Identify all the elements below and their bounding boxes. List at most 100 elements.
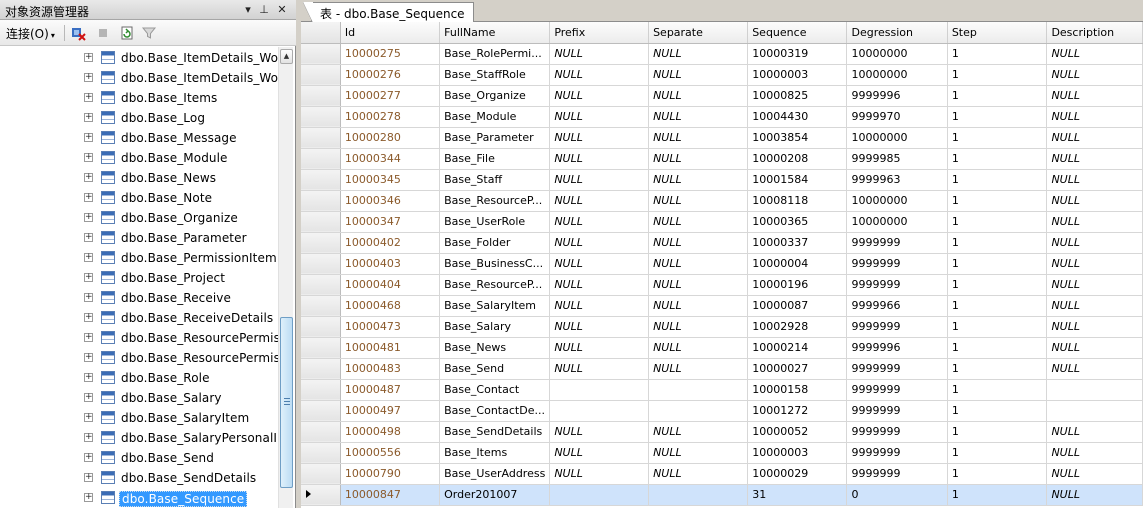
table-cell[interactable]: NULL (648, 442, 749, 464)
table-cell[interactable]: NULL (648, 148, 749, 170)
table-cell[interactable]: NULL (549, 85, 650, 107)
table-row[interactable]: 10000277 Base_Organize NULL NULL 10000825 999… (301, 85, 1143, 107)
table-cell[interactable]: NULL (648, 295, 749, 317)
table-cell[interactable]: 10000468 (340, 295, 441, 317)
expand-plus-icon[interactable]: + (84, 293, 93, 302)
table-cell[interactable]: 10000346 (340, 190, 441, 212)
row-selector[interactable] (301, 379, 341, 401)
table-row[interactable]: 10000487 Base_Contact 10000158 9999999 1 (301, 379, 1143, 401)
table-cell[interactable]: NULL (549, 421, 650, 443)
table-cell[interactable] (648, 400, 749, 422)
tree-item-table[interactable]: + dbo.Base_Note (0, 188, 278, 208)
table-cell[interactable]: Base_BusinessC... (439, 253, 551, 275)
row-selector[interactable] (301, 316, 341, 338)
column-header[interactable]: Degression (846, 22, 948, 44)
table-row[interactable]: 10000347 Base_UserRole NULL NULL 10000365 100… (301, 211, 1143, 233)
table-cell[interactable]: 10000004 (747, 253, 848, 275)
expand-plus-icon[interactable]: + (84, 453, 93, 462)
row-selector[interactable] (301, 442, 341, 464)
table-cell[interactable]: 10000276 (340, 64, 441, 86)
table-cell[interactable]: 9999999 (846, 421, 948, 443)
table-cell[interactable]: Base_Staff (439, 169, 551, 191)
table-cell[interactable]: NULL (648, 232, 749, 254)
refresh-icon[interactable] (119, 25, 135, 41)
table-cell[interactable]: Base_Folder (439, 232, 551, 254)
table-cell[interactable]: NULL (1046, 64, 1143, 86)
tree-item-table[interactable]: + dbo.Base_Project (0, 268, 278, 288)
table-cell[interactable]: NULL (648, 316, 749, 338)
row-selector[interactable] (301, 43, 341, 65)
table-cell[interactable]: Base_Items (439, 442, 551, 464)
table-cell[interactable]: NULL (648, 169, 749, 191)
tree-item-table[interactable]: + dbo.Base_Receive (0, 288, 278, 308)
tree-item-table[interactable]: + dbo.Base_News (0, 168, 278, 188)
table-cell[interactable]: 10000000 (846, 211, 948, 233)
table-cell[interactable]: NULL (1046, 85, 1143, 107)
expand-plus-icon[interactable]: + (84, 93, 93, 102)
table-cell[interactable]: NULL (648, 64, 749, 86)
tree-item-table[interactable]: + dbo.Base_ResourcePermiss (0, 348, 278, 368)
table-cell[interactable]: NULL (648, 253, 749, 275)
table-cell[interactable]: NULL (549, 442, 650, 464)
table-cell[interactable]: 9999999 (846, 274, 948, 296)
table-cell[interactable]: Base_ResourceP... (439, 190, 551, 212)
expand-plus-icon[interactable]: + (84, 173, 93, 182)
table-cell[interactable]: NULL (648, 421, 749, 443)
table-cell[interactable]: NULL (1046, 274, 1143, 296)
table-cell[interactable]: NULL (1046, 43, 1143, 65)
table-cell[interactable]: 1 (947, 85, 1048, 107)
table-cell[interactable]: 10000275 (340, 43, 441, 65)
expand-plus-icon[interactable]: + (84, 433, 93, 442)
table-cell[interactable] (549, 484, 650, 506)
table-cell[interactable] (549, 379, 650, 401)
table-cell[interactable]: NULL (1046, 421, 1143, 443)
tree-item-table[interactable]: + dbo.Base_Organize (0, 208, 278, 228)
table-row[interactable]: 10000556 Base_Items NULL NULL 10000003 999999… (301, 442, 1143, 464)
table-cell[interactable]: 10000365 (747, 211, 848, 233)
row-selector-header[interactable] (301, 22, 341, 44)
table-cell[interactable]: 1 (947, 253, 1048, 275)
table-cell[interactable]: 9999999 (846, 442, 948, 464)
table-cell[interactable]: 10000319 (747, 43, 848, 65)
table-cell[interactable]: Base_StaffRole (439, 64, 551, 86)
table-cell[interactable]: 9999999 (846, 232, 948, 254)
row-selector[interactable] (301, 484, 341, 506)
column-header[interactable]: Separate (648, 22, 749, 44)
table-cell[interactable]: Base_ResourceP... (439, 274, 551, 296)
table-cell[interactable]: 10000404 (340, 274, 441, 296)
table-cell[interactable]: NULL (648, 106, 749, 128)
row-selector[interactable] (301, 400, 341, 422)
table-cell[interactable]: 10000347 (340, 211, 441, 233)
table-cell[interactable]: NULL (1046, 253, 1143, 275)
table-cell[interactable]: 10002928 (747, 316, 848, 338)
table-cell[interactable]: 1 (947, 337, 1048, 359)
table-cell[interactable]: 1 (947, 400, 1048, 422)
column-header[interactable]: FullName (439, 22, 551, 44)
table-cell[interactable]: NULL (1046, 190, 1143, 212)
table-cell[interactable]: 10001272 (747, 400, 848, 422)
table-cell[interactable]: Base_Contact (439, 379, 551, 401)
table-cell[interactable]: NULL (549, 463, 650, 485)
row-selector[interactable] (301, 274, 341, 296)
table-cell[interactable]: 10000003 (747, 64, 848, 86)
table-cell[interactable]: NULL (648, 127, 749, 149)
table-row[interactable]: 10000498 Base_SendDetails NULL NULL 10000052… (301, 421, 1143, 443)
table-cell[interactable]: NULL (1046, 148, 1143, 170)
table-cell[interactable]: NULL (1046, 169, 1143, 191)
filter-icon[interactable] (141, 25, 157, 41)
table-cell[interactable]: 10000052 (747, 421, 848, 443)
table-cell[interactable] (549, 400, 650, 422)
tree-item-table[interactable]: + dbo.Base_Send (0, 448, 278, 468)
table-cell[interactable]: 9999966 (846, 295, 948, 317)
expand-plus-icon[interactable]: + (84, 313, 93, 322)
table-cell[interactable]: 1 (947, 316, 1048, 338)
table-cell[interactable]: Base_Parameter (439, 127, 551, 149)
table-cell[interactable]: 9999985 (846, 148, 948, 170)
tree-item-table[interactable]: + dbo.Base_Role (0, 368, 278, 388)
table-cell[interactable]: NULL (549, 43, 650, 65)
table-cell[interactable]: NULL (1046, 442, 1143, 464)
table-row[interactable]: 10000404 Base_ResourceP... NULL NULL 1000019… (301, 274, 1143, 296)
tree-item-table[interactable]: + dbo.Base_Sequence (0, 488, 278, 508)
table-cell[interactable]: NULL (1046, 463, 1143, 485)
table-cell[interactable]: NULL (648, 463, 749, 485)
